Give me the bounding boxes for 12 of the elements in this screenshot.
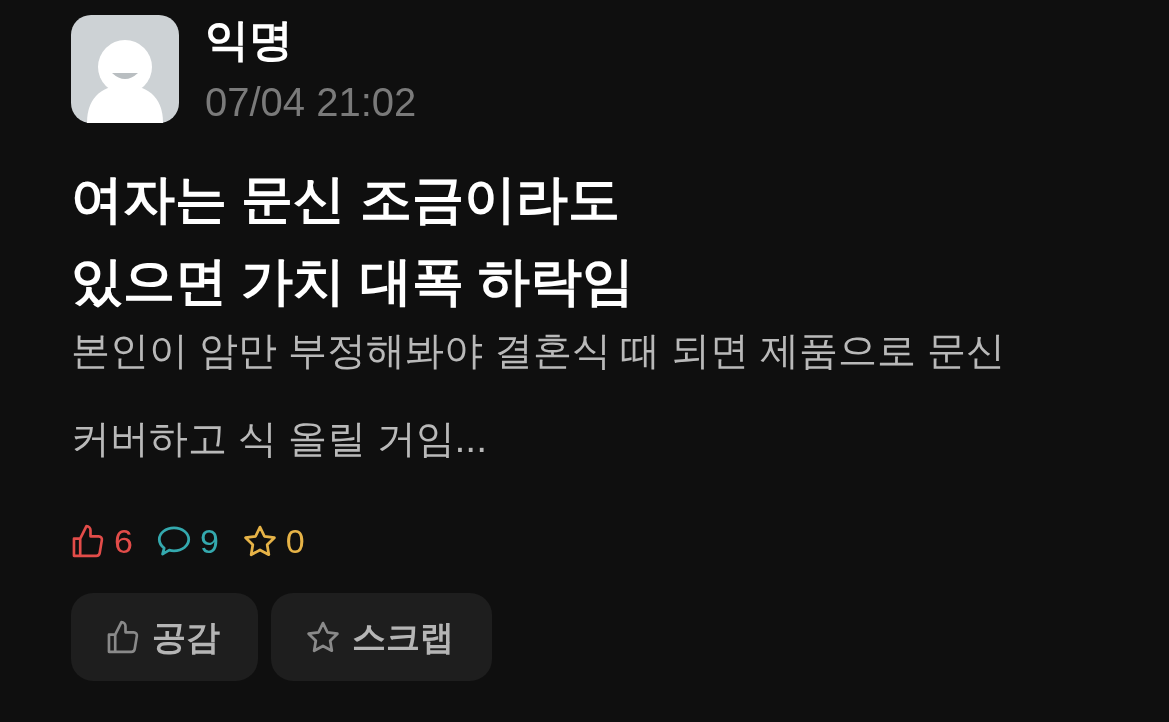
author-name: 익명 — [205, 15, 294, 65]
like-button[interactable]: 공감 — [71, 593, 258, 681]
star-icon — [306, 620, 340, 654]
post-title: 여자는 문신 조금이라도 있으면 가치 대폭 하락임 — [71, 169, 636, 312]
post-time: 07/04 21:02 — [205, 79, 417, 125]
count: 0 — [285, 521, 305, 561]
count: 9 — [199, 521, 219, 561]
scrap-button[interactable]: 스크랩 — [271, 593, 492, 681]
post-body: 본인이 암만 부정해봐야 결혼식 때 되면 제품으로 문신 커버하고 식 올릴 거임... — [71, 328, 1006, 462]
count: 6 — [114, 521, 133, 561]
avatar-icon — [71, 15, 179, 123]
thumbs-up-icon — [106, 620, 140, 654]
